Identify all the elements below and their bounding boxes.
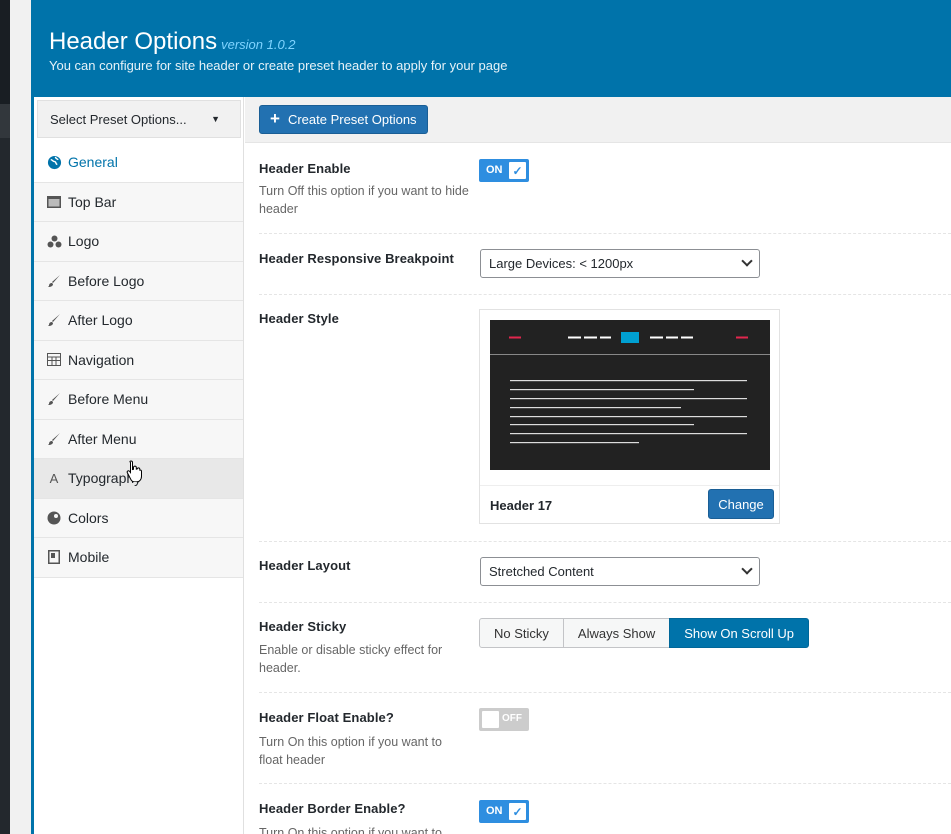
admin-gutter xyxy=(10,0,31,834)
header-style-preview[interactable] xyxy=(490,320,770,470)
options-nav: General Top Bar Logo Before Logo After L… xyxy=(34,143,243,578)
nav-label: Before Logo xyxy=(68,272,145,289)
option-header-border: Header Border Enable? Turn On this optio… xyxy=(259,784,951,834)
nav-label: Logo xyxy=(68,233,100,250)
admin-menu-strip xyxy=(0,0,31,834)
option-label: Header Border Enable? xyxy=(259,801,406,816)
create-preset-button[interactable]: + Create Preset Options xyxy=(259,105,428,134)
nav-label: General xyxy=(68,154,118,171)
brush-icon xyxy=(46,313,62,327)
globe-icon xyxy=(46,155,62,170)
brush-icon xyxy=(46,274,62,288)
option-label: Header Responsive Breakpoint xyxy=(259,251,454,266)
options-content: Header Enable Turn Off this option if yo… xyxy=(245,143,951,834)
sticky-button-group: No Sticky Always Show Show On Scroll Up xyxy=(479,618,810,648)
nav-item-mobile[interactable]: Mobile xyxy=(34,538,243,578)
nav-item-general[interactable]: General xyxy=(34,143,243,183)
admin-menu-item[interactable] xyxy=(0,104,10,138)
check-icon: ✓ xyxy=(509,803,526,820)
nav-item-after-logo[interactable]: After Logo xyxy=(34,301,243,341)
admin-menu-dark xyxy=(0,0,10,104)
option-label: Header Float Enable? xyxy=(259,710,394,725)
option-desc: Enable or disable sticky effect for head… xyxy=(259,643,443,675)
sticky-option-scroll-up[interactable]: Show On Scroll Up xyxy=(669,618,810,648)
chevron-down-icon xyxy=(741,255,753,267)
option-header-float: Header Float Enable? Turn On this option… xyxy=(259,693,951,784)
page-header: Header Options version 1.0.2 You can conf… xyxy=(34,0,951,97)
option-desc: Turn Off this option if you want to hide… xyxy=(259,184,469,216)
palette-icon xyxy=(46,511,62,525)
page-subtitle: You can configure for site header or cre… xyxy=(49,58,508,73)
change-style-button[interactable]: Change xyxy=(708,489,774,519)
option-desc: Turn On this option if you want to xyxy=(259,826,442,834)
nav-item-colors[interactable]: Colors xyxy=(34,498,243,538)
nav-label: Before Menu xyxy=(68,391,149,408)
nav-label: Top Bar xyxy=(68,193,117,210)
nav-item-after-menu[interactable]: After Menu xyxy=(34,419,243,459)
header-style-footer: Header 17 Change xyxy=(480,485,779,524)
nav-label: Navigation xyxy=(68,351,135,368)
plus-icon: + xyxy=(270,108,280,128)
sticky-option-no-sticky[interactable]: No Sticky xyxy=(479,618,564,648)
option-label: Header Sticky xyxy=(259,619,347,634)
caret-down-icon: ▼ xyxy=(211,114,220,124)
preset-toolbar: + Create Preset Options xyxy=(245,97,951,143)
check-icon: ✓ xyxy=(509,162,526,179)
hand-cursor-icon xyxy=(126,460,142,482)
font-icon: A xyxy=(49,470,59,486)
toggle-knob xyxy=(482,711,499,728)
nav-item-logo[interactable]: Logo xyxy=(34,222,243,262)
options-panel: Header Options version 1.0.2 You can conf… xyxy=(31,0,951,834)
chevron-down-icon xyxy=(741,563,753,575)
window-icon xyxy=(46,195,62,208)
version-label: version 1.0.2 xyxy=(221,37,296,52)
layout-select[interactable]: Stretched Content xyxy=(480,557,760,586)
header-style-box: Header 17 Change xyxy=(479,309,780,524)
grid-icon xyxy=(46,353,62,367)
nav-label: Colors xyxy=(68,509,109,526)
nav-label: After Logo xyxy=(68,312,133,329)
option-header-style: Header Style Header 17 Change xyxy=(259,295,951,542)
option-label: Header Style xyxy=(259,311,339,326)
page-title: Header Options version 1.0.2 xyxy=(49,28,296,55)
header-float-toggle[interactable]: OFF xyxy=(479,708,529,731)
cubes-icon xyxy=(46,235,62,248)
header-border-toggle[interactable]: ON ✓ xyxy=(479,800,529,823)
option-header-enable: Header Enable Turn Off this option if yo… xyxy=(259,143,951,234)
option-label: Header Enable xyxy=(259,161,351,176)
nav-label: Mobile xyxy=(68,549,110,566)
option-label: Header Layout xyxy=(259,558,351,573)
brush-icon xyxy=(46,432,62,446)
header-style-name: Header 17 xyxy=(490,498,553,513)
breakpoint-select[interactable]: Large Devices: < 1200px xyxy=(480,249,760,278)
option-header-sticky: Header Sticky Enable or disable sticky e… xyxy=(259,603,951,693)
sticky-option-always-show[interactable]: Always Show xyxy=(562,618,671,648)
nav-item-navigation[interactable]: Navigation xyxy=(34,340,243,380)
nav-item-before-logo[interactable]: Before Logo xyxy=(34,261,243,301)
nav-label: After Menu xyxy=(68,430,137,447)
header-enable-toggle[interactable]: ON ✓ xyxy=(479,159,529,182)
brush-icon xyxy=(46,392,62,406)
option-breakpoint: Header Responsive Breakpoint Large Devic… xyxy=(259,234,951,295)
option-desc: Turn On this option if you want to float… xyxy=(259,735,442,767)
option-header-layout: Header Layout Stretched Content xyxy=(259,542,951,603)
mobile-icon xyxy=(46,550,62,565)
nav-item-before-menu[interactable]: Before Menu xyxy=(34,380,243,420)
preset-select[interactable]: Select Preset Options... ▼ xyxy=(37,100,241,138)
nav-item-top-bar[interactable]: Top Bar xyxy=(34,182,243,222)
